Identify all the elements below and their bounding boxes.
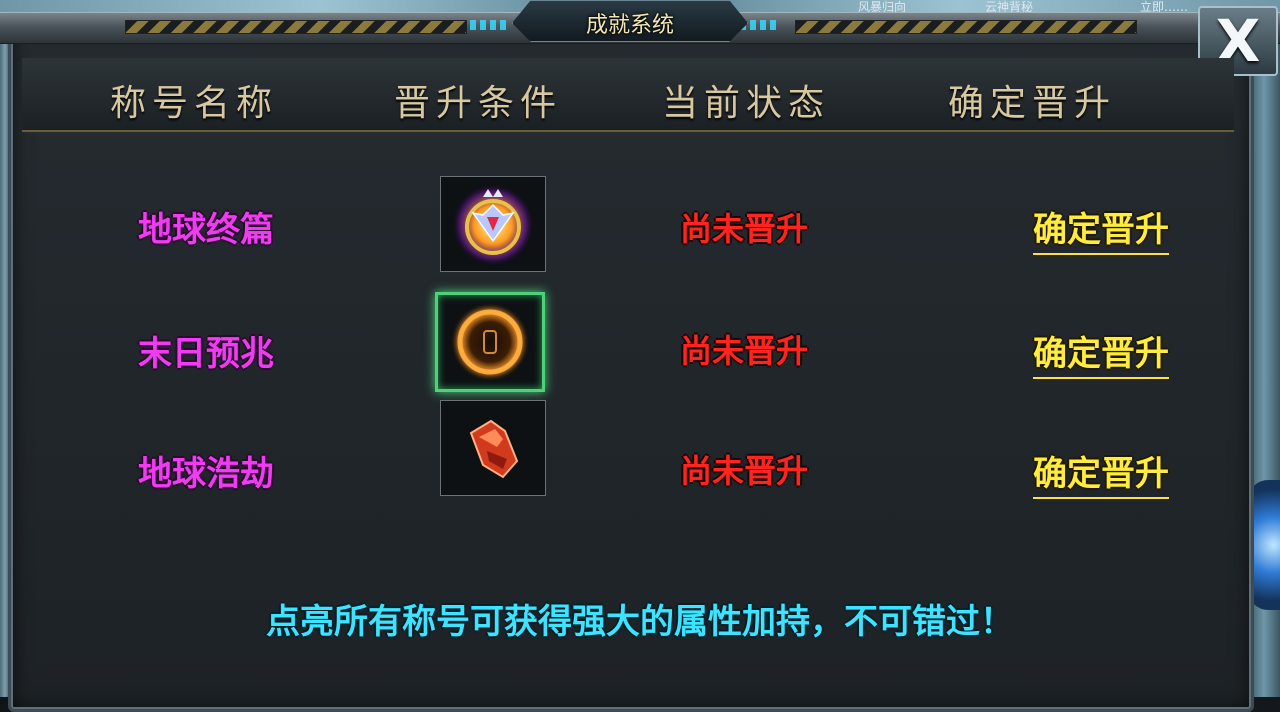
- confirm-promote-button[interactable]: 确定晋升: [1033, 326, 1169, 379]
- header-confirm: 确定晋升: [948, 83, 1117, 124]
- confirm-promote-button[interactable]: 确定晋升: [1033, 446, 1169, 499]
- header-status: 当前状态: [662, 83, 831, 124]
- title-plate: 成就系统: [512, 0, 748, 42]
- hazard-stripe-left: [125, 20, 467, 34]
- window-title: 成就系统: [585, 13, 674, 38]
- status-text: 尚未晋升: [680, 332, 809, 370]
- red-gauntlet-icon[interactable]: [440, 400, 546, 496]
- status-text: 尚未晋升: [680, 452, 809, 490]
- title-name: 地球终篇: [138, 210, 274, 250]
- crowned-shield-emblem-icon[interactable]: [440, 176, 546, 272]
- table-header: 称号名称 晋升条件 当前状态 确定晋升: [22, 58, 1234, 132]
- confirm-promote-button[interactable]: 确定晋升: [1033, 202, 1169, 255]
- flaming-ring-icon[interactable]: [435, 292, 545, 392]
- title-name: 地球浩劫: [138, 454, 274, 494]
- header-title-name: 称号名称: [110, 83, 279, 124]
- status-text: 尚未晋升: [680, 210, 809, 248]
- cyan-indicator-left: [470, 20, 510, 30]
- header-condition: 晋升条件: [394, 83, 563, 124]
- title-name: 末日预兆: [138, 334, 274, 374]
- footer-hint: 点亮所有称号可获得强大的属性加持，不可错过！: [266, 602, 1014, 642]
- hazard-stripe-right: [795, 20, 1137, 34]
